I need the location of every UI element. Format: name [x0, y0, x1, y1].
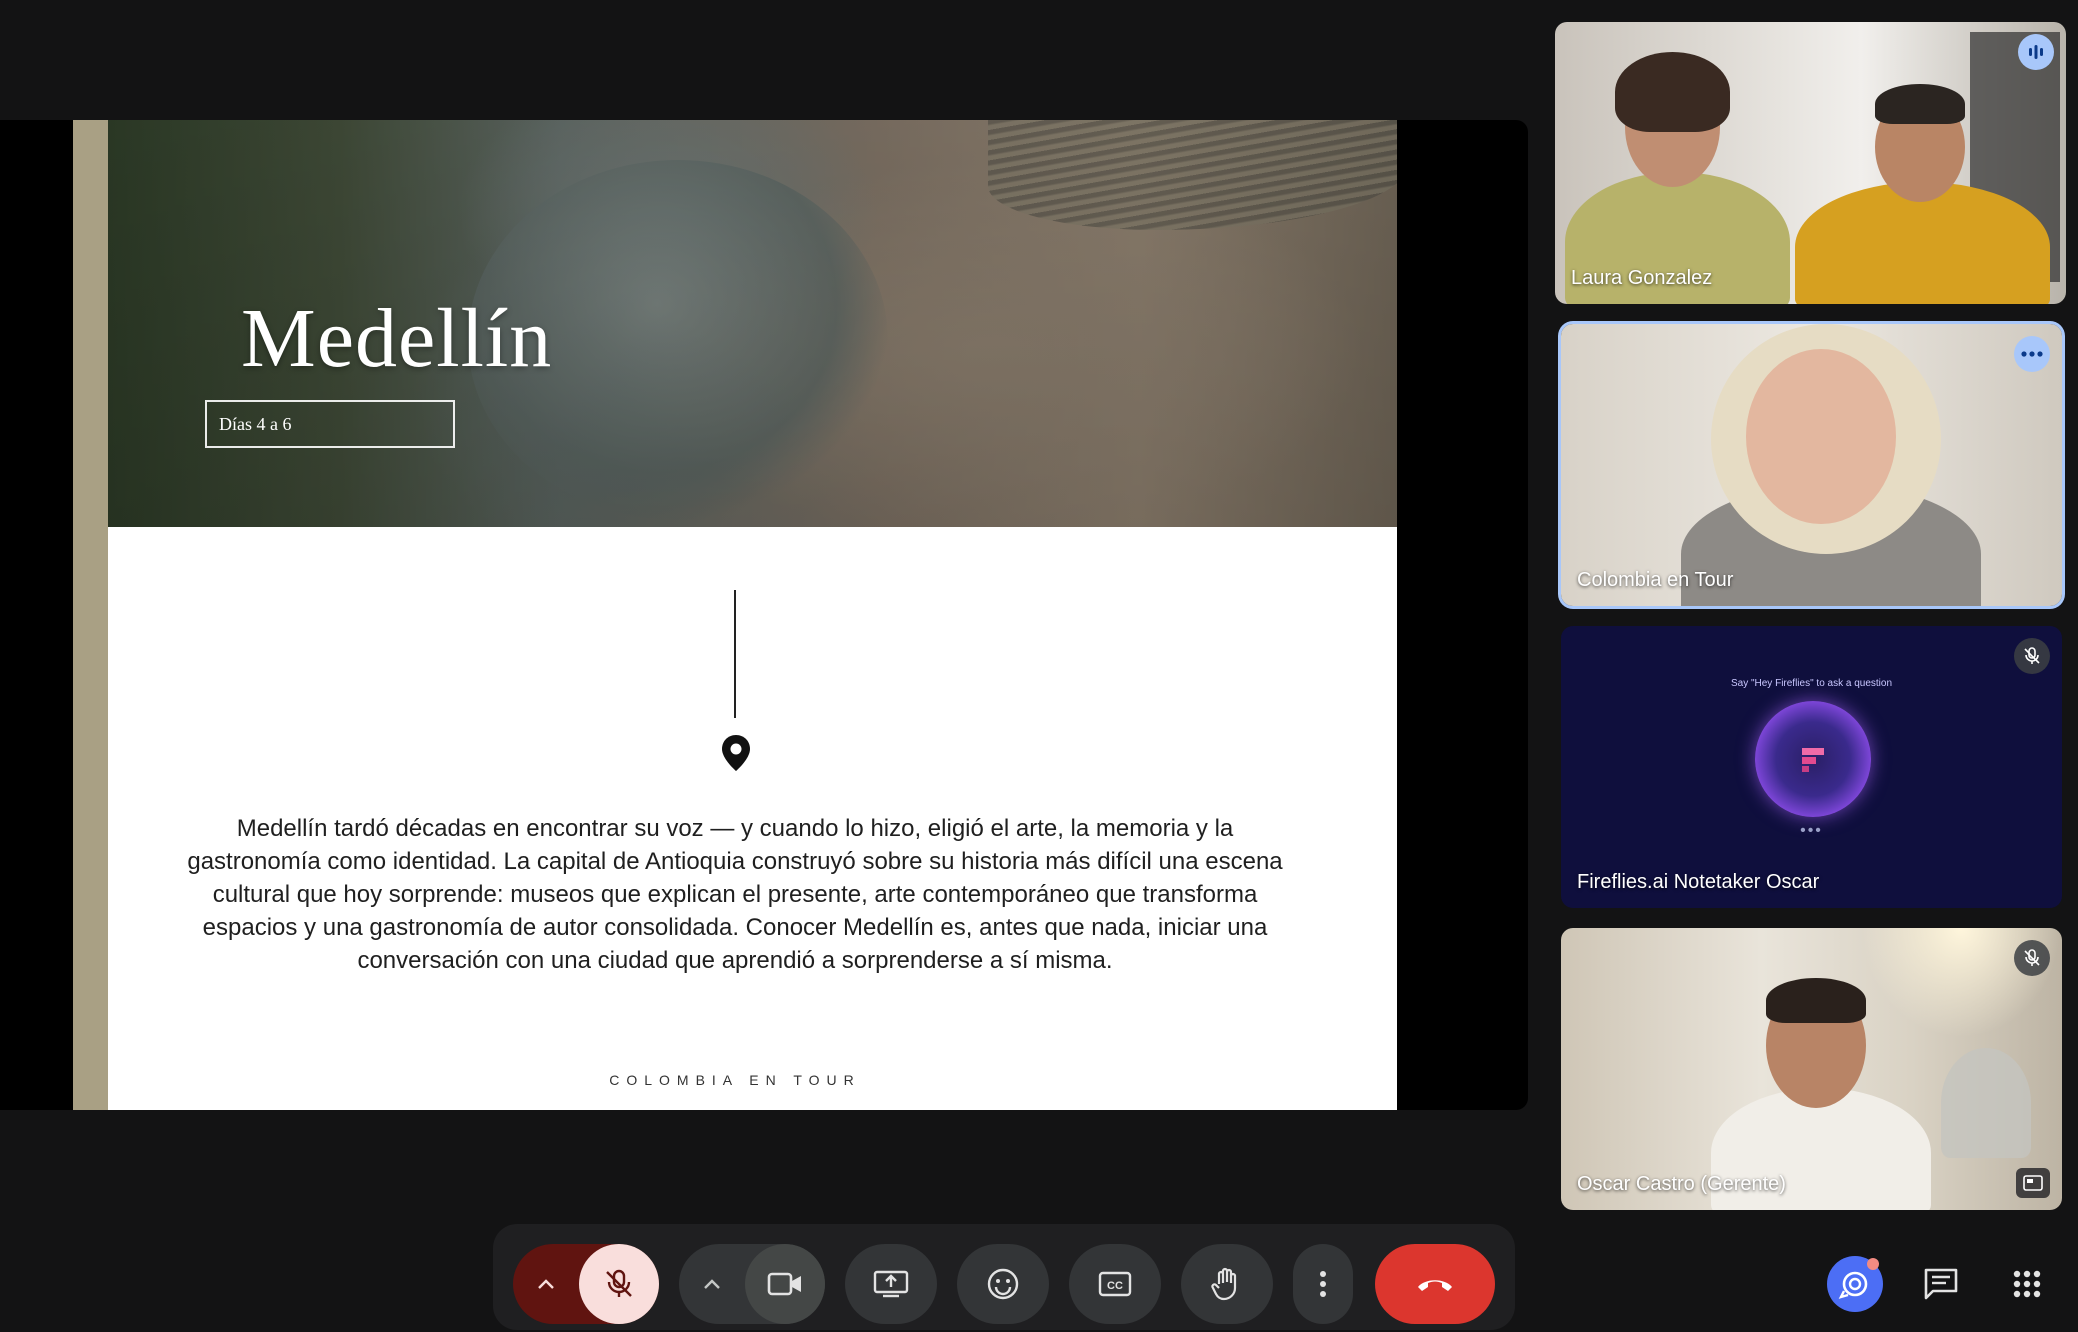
- microphone-toggle-button[interactable]: [579, 1244, 659, 1324]
- person-face: [1746, 349, 1896, 524]
- fireflies-orb: [1755, 701, 1871, 817]
- participant-tile-colombia-en-tour[interactable]: Colombia en Tour: [1561, 324, 2062, 606]
- apps-button[interactable]: [1999, 1256, 2055, 1312]
- camera-control-group: [679, 1244, 825, 1324]
- fireflies-loading-dots: •••: [1800, 822, 1823, 839]
- closed-captions-icon: CC: [1098, 1271, 1132, 1297]
- mic-off-icon: [2014, 940, 2050, 976]
- notification-dot: [1867, 1258, 1879, 1270]
- mic-off-icon: [606, 1269, 632, 1297]
- speaking-indicator-icon: [2018, 34, 2054, 70]
- participant-name: Colombia en Tour: [1577, 569, 1734, 591]
- slide-footer-brand: COLOMBIA EN TOUR: [609, 1072, 861, 1088]
- raise-hand-button[interactable]: [1181, 1244, 1273, 1324]
- presentation-stage: Medellín Días 4 a 6 Medellín tardó décad…: [0, 120, 1528, 1110]
- reactions-button[interactable]: [957, 1244, 1049, 1324]
- more-vertical-icon: [1320, 1271, 1326, 1297]
- chat-button[interactable]: [1913, 1256, 1969, 1312]
- participant-tile-oscar[interactable]: Oscar Castro (Gerente): [1561, 928, 2062, 1210]
- hand-icon: [1211, 1267, 1237, 1301]
- slide-subtitle-box: Días 4 a 6: [205, 400, 455, 448]
- mic-off-icon: [2014, 638, 2050, 674]
- more-options-button[interactable]: [1293, 1244, 1353, 1324]
- participant-name: Laura Gonzalez: [1571, 267, 1713, 289]
- mic-options-button[interactable]: [513, 1244, 579, 1324]
- picture-in-picture-icon[interactable]: [2016, 1168, 2050, 1198]
- video-camera-icon: [767, 1272, 801, 1296]
- call-controls-bar: CC: [493, 1224, 1515, 1330]
- location-pin-icon: [722, 735, 750, 771]
- emoji-icon: [987, 1268, 1019, 1300]
- background-person: [1941, 1048, 2031, 1158]
- captions-button[interactable]: CC: [1069, 1244, 1161, 1324]
- mic-control-group: [513, 1244, 659, 1324]
- more-options-icon[interactable]: [2014, 336, 2050, 372]
- hang-up-icon: [1418, 1280, 1452, 1291]
- camera-options-button[interactable]: [679, 1244, 745, 1324]
- chevron-up-icon: [704, 1279, 720, 1289]
- present-screen-icon: [873, 1270, 909, 1298]
- chevron-up-icon: [538, 1279, 554, 1289]
- activities-icon: [1838, 1271, 1868, 1299]
- slide-divider-line: [734, 590, 736, 718]
- apps-grid-icon: [2013, 1270, 2041, 1298]
- present-screen-button[interactable]: [845, 1244, 937, 1324]
- participant-name: Fireflies.ai Notetaker Oscar: [1577, 871, 1820, 893]
- activities-button[interactable]: [1827, 1256, 1883, 1312]
- participant-name: Oscar Castro (Gerente): [1577, 1173, 1786, 1195]
- camera-toggle-button[interactable]: [745, 1244, 825, 1324]
- slide-accent-strip: [73, 120, 108, 1110]
- svg-text:CC: CC: [1107, 1280, 1123, 1292]
- participant-tile-fireflies[interactable]: Say "Hey Fireflies" to ask a question ••…: [1561, 626, 2062, 908]
- person-man-hair: [1875, 84, 1965, 124]
- slide-body-text: Medellín tardó décadas en encontrar su v…: [187, 815, 1283, 974]
- shared-slide: Medellín Días 4 a 6 Medellín tardó décad…: [73, 120, 1397, 1110]
- chat-icon: [1924, 1268, 1958, 1300]
- end-call-button[interactable]: [1375, 1244, 1495, 1324]
- person-oscar-hair: [1766, 978, 1866, 1023]
- fireflies-hint-text: Say "Hey Fireflies" to ask a question: [1730, 678, 1893, 689]
- person-laura-hair: [1615, 52, 1730, 132]
- slide-title: Medellín: [241, 292, 553, 385]
- fireflies-logo-icon: [1802, 748, 1824, 772]
- participant-tile-laura[interactable]: Laura Gonzalez: [1555, 22, 2066, 304]
